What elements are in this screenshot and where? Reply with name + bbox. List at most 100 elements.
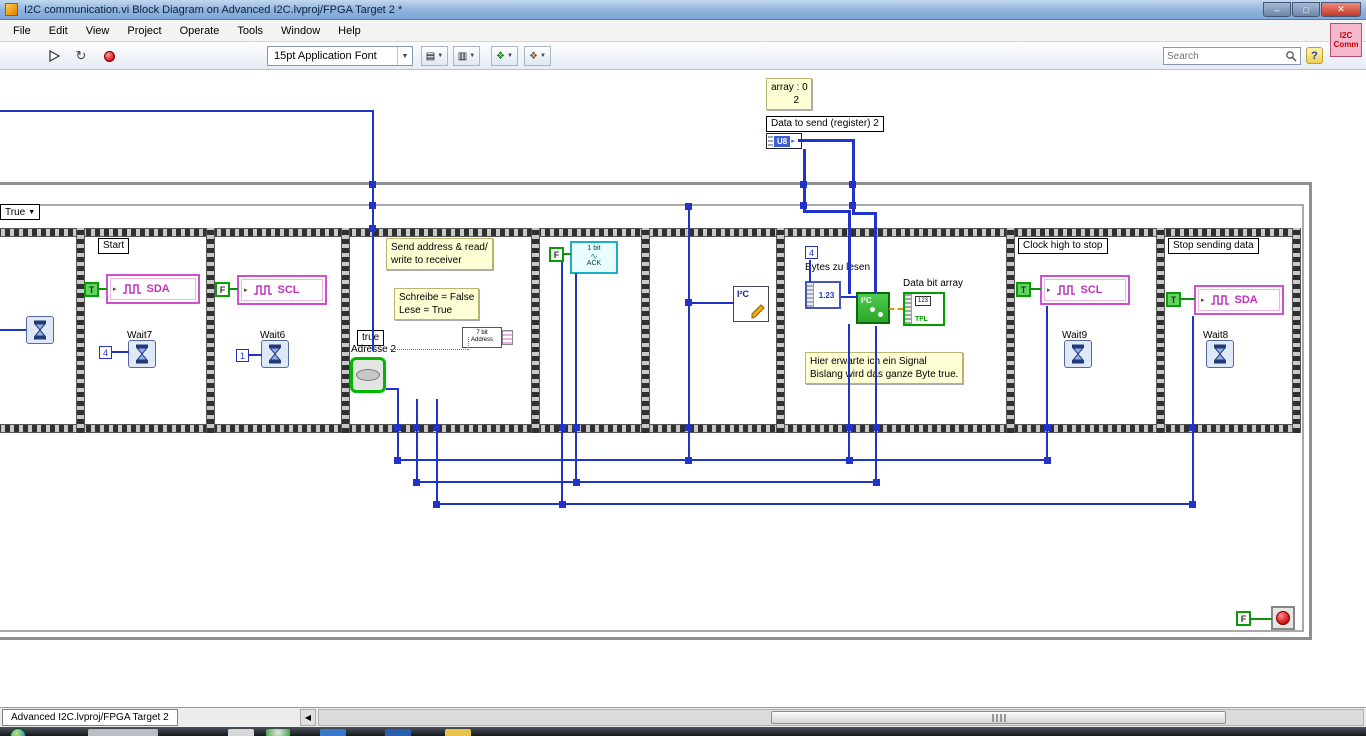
sda-indicator[interactable]: ▸ SDA (1194, 285, 1284, 315)
font-selector-value: 15pt Application Font (274, 50, 377, 62)
wire (372, 231, 374, 351)
wire-junction (1189, 424, 1196, 431)
case-structure-border[interactable] (0, 204, 1304, 632)
wait6-node[interactable] (261, 340, 289, 368)
wire (1192, 316, 1194, 505)
taskbar-app-icon[interactable] (228, 729, 254, 736)
sequence-frame-divider[interactable] (1292, 228, 1301, 433)
close-button[interactable]: ✕ (1321, 2, 1361, 17)
scl-indicator-label: SCL (277, 284, 300, 296)
wire-junction (413, 479, 420, 486)
hier-erwarte-comment[interactable]: Hier erwarte ich ein Signal Bislang wird… (805, 352, 964, 384)
align-objects-button[interactable]: ▤ ▼ (421, 46, 448, 66)
minimize-button[interactable]: – (1263, 2, 1291, 17)
resize-objects-button[interactable]: ❖ ▼ (491, 46, 518, 66)
i2c-write-node[interactable]: I²C (733, 286, 769, 322)
sequence-frame-divider[interactable] (1006, 228, 1015, 433)
bytes-zu-lesen-label[interactable]: Bytes zu lesen (805, 262, 870, 273)
adresse-control-terminal[interactable] (350, 357, 386, 393)
wait-node[interactable] (26, 316, 54, 344)
vi-icon-text2: Comm (1333, 40, 1359, 49)
wait7-node[interactable] (128, 340, 156, 368)
u8-array-constant[interactable]: U8 ▸ (766, 133, 802, 149)
sda-indicator[interactable]: ▸ SDA (106, 274, 200, 304)
context-help-button[interactable]: ? (1306, 47, 1323, 64)
search-input[interactable] (1167, 50, 1285, 62)
maximize-button[interactable]: □ (1292, 2, 1320, 17)
wait9-node[interactable] (1064, 340, 1092, 368)
taskbar-app-icon[interactable] (88, 729, 158, 736)
abort-button[interactable] (98, 46, 120, 66)
numeric-array-terminal[interactable]: 1.23 (805, 281, 841, 309)
square-wave-icon (1210, 295, 1229, 305)
menu-project[interactable]: Project (118, 22, 170, 40)
sequence-frame-divider[interactable] (206, 228, 215, 433)
menu-file[interactable]: File (4, 22, 40, 40)
boolean-constant-false[interactable]: F (1236, 611, 1251, 626)
labview-window: I2C communication.vi Block Diagram on Ad… (0, 0, 1366, 736)
boolean-constant-false[interactable]: F (549, 247, 564, 262)
wire (249, 354, 262, 356)
taskbar-app-icon[interactable] (385, 729, 411, 736)
stop-sending-label[interactable]: Stop sending data (1168, 238, 1259, 254)
start-label[interactable]: Start (98, 238, 130, 254)
menu-edit[interactable]: Edit (40, 22, 77, 40)
search-icon (1286, 51, 1297, 62)
vi-icon-badge[interactable]: I2C Comm (1330, 23, 1362, 57)
sequence-frame-divider[interactable] (341, 228, 350, 433)
sequence-frame-divider[interactable] (641, 228, 650, 433)
sequence-frame-divider[interactable] (531, 228, 540, 433)
taskbar-app-icon[interactable] (320, 729, 346, 736)
menu-window[interactable]: Window (272, 22, 329, 40)
taskbar-app-icon[interactable] (266, 729, 290, 736)
loop-condition-terminal[interactable] (1271, 606, 1295, 630)
numeric-terminal-value: 1.23 (818, 290, 835, 300)
menu-tools[interactable]: Tools (228, 22, 272, 40)
sequence-frame-divider[interactable] (776, 228, 785, 433)
sequence-frame-divider[interactable] (1156, 228, 1165, 433)
distribute-objects-button[interactable]: ▥ ▼ (453, 46, 480, 66)
numeric-constant-4[interactable]: 4 (805, 246, 818, 259)
menu-operate[interactable]: Operate (171, 22, 229, 40)
boolean-constant-false[interactable]: F (215, 282, 230, 297)
wire (798, 139, 855, 142)
reorder-objects-button[interactable]: ❖ ▼ (524, 46, 551, 66)
boolean-type-icon: TFL (915, 316, 928, 323)
boolean-constant-true[interactable]: T (84, 282, 99, 297)
clock-high-label[interactable]: Clock high to stop (1018, 238, 1108, 254)
numeric-constant-1[interactable]: 1 (236, 349, 249, 362)
wire (841, 296, 857, 298)
boolean-constant-true[interactable]: T (1166, 292, 1181, 307)
window-title: I2C communication.vi Block Diagram on Ad… (24, 3, 403, 16)
ack-indicator[interactable]: 1 bit ∿ ACK (570, 241, 618, 274)
boolean-constant-true[interactable]: T (1016, 282, 1031, 297)
menu-view[interactable]: View (77, 22, 119, 40)
numeric-constant-4[interactable]: 4 (99, 346, 112, 359)
send-address-comment[interactable]: Send address & read/ write to receiver (386, 238, 493, 270)
start-button[interactable] (10, 728, 26, 736)
wire-junction (433, 501, 440, 508)
sequence-top-border[interactable] (0, 228, 1301, 237)
array-probe-label[interactable]: array : 0 2 (766, 78, 812, 110)
font-selector[interactable]: 15pt Application Font ▼ (267, 46, 413, 66)
case-selector[interactable]: True ▼ (0, 204, 41, 220)
wait8-node[interactable] (1206, 340, 1234, 368)
schreibe-lese-comment[interactable]: Schreibe = False Lese = True (394, 288, 480, 320)
scl-indicator[interactable]: ▸ SCL (237, 275, 327, 305)
horizontal-scrollbar-track[interactable] (318, 709, 1364, 726)
run-continuous-button[interactable]: ↻ (70, 46, 92, 66)
taskbar-app-icon[interactable] (445, 729, 471, 736)
target-tab[interactable]: Advanced I2C.lvproj/FPGA Target 2 (2, 709, 178, 726)
sequence-frame-divider[interactable] (76, 228, 85, 433)
tab-nav-left-button[interactable]: ◀ (300, 709, 316, 726)
wire-junction (685, 203, 692, 210)
sequence-bottom-border[interactable] (0, 424, 1301, 433)
data-to-send-label[interactable]: Data to send (register) 2 (766, 116, 884, 132)
data-bit-array-label[interactable]: Data bit array (903, 278, 963, 289)
menu-help[interactable]: Help (329, 22, 370, 40)
i2c-read-node[interactable]: I²C (856, 292, 890, 324)
horizontal-scrollbar-thumb[interactable] (771, 711, 1226, 724)
run-button[interactable] (44, 46, 66, 66)
data-bit-array-terminal[interactable]: 123 TFL (903, 292, 945, 326)
scl-indicator[interactable]: ▸ SCL (1040, 275, 1130, 305)
